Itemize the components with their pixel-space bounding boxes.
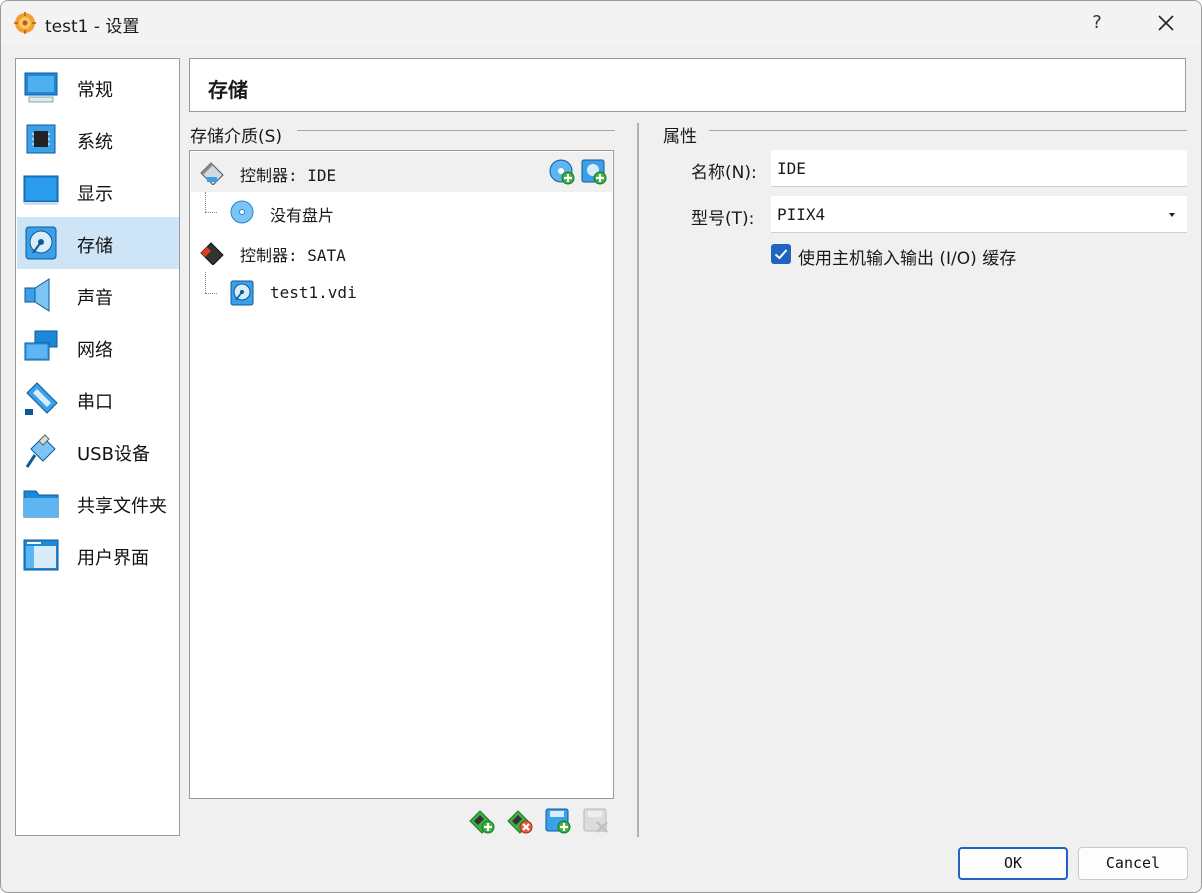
sidebar-item-label: USB设备: [77, 444, 150, 465]
sidebar-item-display[interactable]: 显示: [17, 165, 179, 217]
io-cache-checkbox[interactable]: [771, 244, 791, 264]
type-select-value: PIIX4: [777, 205, 826, 224]
system-chip-icon: [26, 124, 56, 154]
sidebar-item-label: 网络: [77, 340, 113, 361]
tree-row-hard-disk[interactable]: test1.vdi: [191, 273, 612, 313]
network-icon: [24, 330, 58, 361]
storage-disk-icon: [25, 226, 57, 260]
display-monitor-icon: [23, 175, 59, 205]
title-bar: test1 - 设置 ?: [1, 1, 1201, 45]
tree-row-label: 控制器: IDE: [240, 166, 337, 185]
chevron-down-icon: [1169, 213, 1175, 217]
remove-attachment-icon: [583, 808, 608, 833]
sidebar-item-audio[interactable]: 声音: [17, 269, 179, 321]
tree-row-label: 控制器: SATA: [240, 246, 346, 265]
tree-row-label: 没有盘片: [270, 206, 335, 225]
group-divider: [297, 130, 615, 131]
sidebar-item-usb[interactable]: USB设备: [17, 425, 179, 477]
settings-window: test1 - 设置 ? 常规 系统 显示 存储 声音 网络 串口 USB设备 …: [0, 0, 1202, 893]
add-optical-drive-icon[interactable]: [549, 159, 575, 185]
cancel-button[interactable]: Cancel: [1078, 847, 1188, 880]
usb-icon: [25, 434, 56, 468]
help-button[interactable]: ?: [1083, 9, 1111, 37]
sidebar-item-serial[interactable]: 串口: [17, 373, 179, 425]
empty-disc-icon: [230, 200, 254, 224]
tree-row-empty-optical[interactable]: 没有盘片: [191, 192, 612, 232]
shared-folder-icon: [23, 490, 59, 518]
tree-row-label: test1.vdi: [270, 283, 357, 302]
attributes-group-label: 属性: [663, 127, 697, 147]
ide-controller-icon: [200, 162, 224, 185]
window-title: test1 - 设置: [45, 17, 140, 37]
sidebar-item-network[interactable]: 网络: [17, 321, 179, 373]
sidebar-item-shared-folders[interactable]: 共享文件夹: [17, 477, 179, 529]
sidebar-item-label: 串口: [77, 392, 113, 413]
user-interface-icon: [23, 539, 59, 571]
add-controller-icon[interactable]: [468, 807, 496, 835]
remove-controller-icon[interactable]: [506, 807, 534, 835]
sidebar-item-system[interactable]: 系统: [17, 113, 179, 165]
panel-separator: [637, 123, 639, 837]
close-icon[interactable]: [1151, 9, 1181, 37]
ok-button[interactable]: OK: [958, 847, 1068, 880]
type-select[interactable]: PIIX4: [771, 196, 1187, 233]
page-header: 存储: [189, 58, 1186, 112]
io-cache-label[interactable]: 使用主机输入输出 (I/O) 缓存: [798, 244, 1016, 269]
sidebar-item-label: 存储: [77, 236, 113, 257]
page-title: 存储: [208, 78, 248, 102]
sidebar-item-label: 常规: [77, 80, 113, 101]
sidebar-item-general[interactable]: 常规: [17, 61, 179, 113]
general-icon: [24, 72, 58, 103]
tree-row-sata-controller[interactable]: 控制器: SATA: [191, 232, 612, 272]
checkmark-icon: [774, 249, 788, 260]
sidebar-item-label: 系统: [77, 132, 113, 153]
type-field-label: 型号(T):: [691, 209, 755, 229]
name-input[interactable]: IDE: [771, 150, 1187, 187]
sidebar-item-label: 用户界面: [77, 548, 149, 569]
sata-controller-icon: [200, 242, 224, 265]
hard-disk-icon: [230, 280, 254, 306]
storage-tree[interactable]: 控制器: IDE 没有盘片 控制器: SATA test1.vdi: [189, 150, 614, 799]
name-field-label: 名称(N):: [691, 163, 757, 183]
sidebar-item-label: 显示: [77, 184, 113, 205]
add-hard-disk-icon[interactable]: [581, 159, 607, 185]
group-divider: [709, 130, 1187, 131]
sidebar-item-label: 共享文件夹: [77, 496, 167, 517]
sidebar-item-storage[interactable]: 存储: [17, 217, 179, 269]
settings-sidebar: 常规 系统 显示 存储 声音 网络 串口 USB设备 共享文件夹 用户界面: [15, 58, 180, 836]
sidebar-item-user-interface[interactable]: 用户界面: [17, 529, 179, 581]
add-attachment-icon[interactable]: [544, 807, 572, 835]
virtualbox-app-icon: [14, 12, 36, 34]
storage-media-group-label: 存储介质(S): [190, 127, 283, 147]
tree-row-ide-controller[interactable]: 控制器: IDE: [191, 152, 612, 192]
sidebar-item-label: 声音: [77, 288, 113, 309]
serial-port-icon: [25, 382, 58, 415]
speaker-icon: [24, 278, 50, 312]
